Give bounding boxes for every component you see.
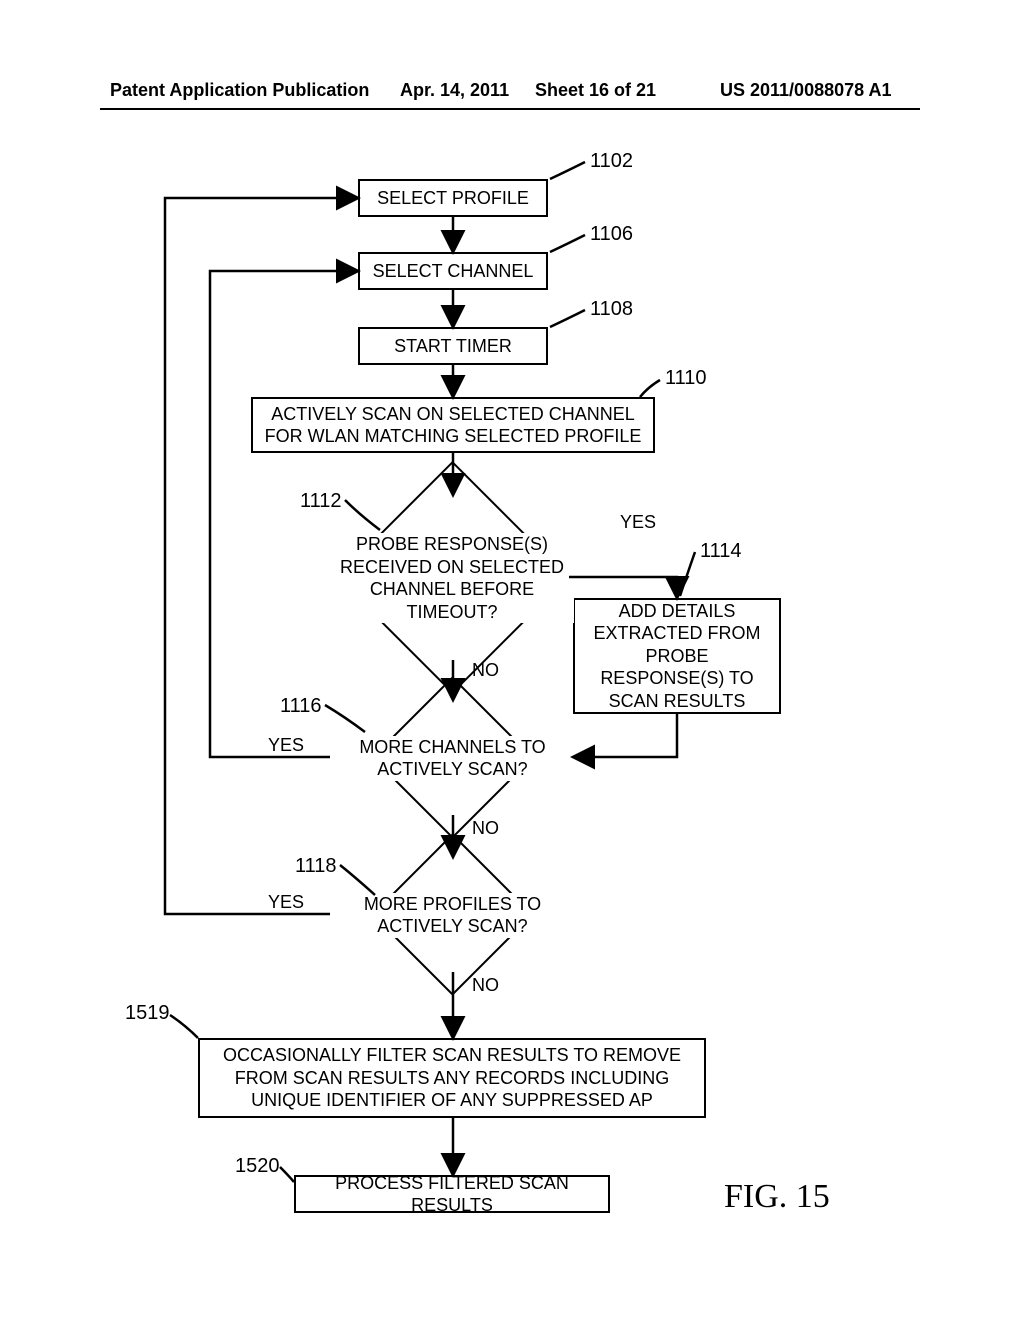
- flow-wires: [0, 0, 1024, 1320]
- patent-figure-page: Patent Application Publication Apr. 14, …: [0, 0, 1024, 1320]
